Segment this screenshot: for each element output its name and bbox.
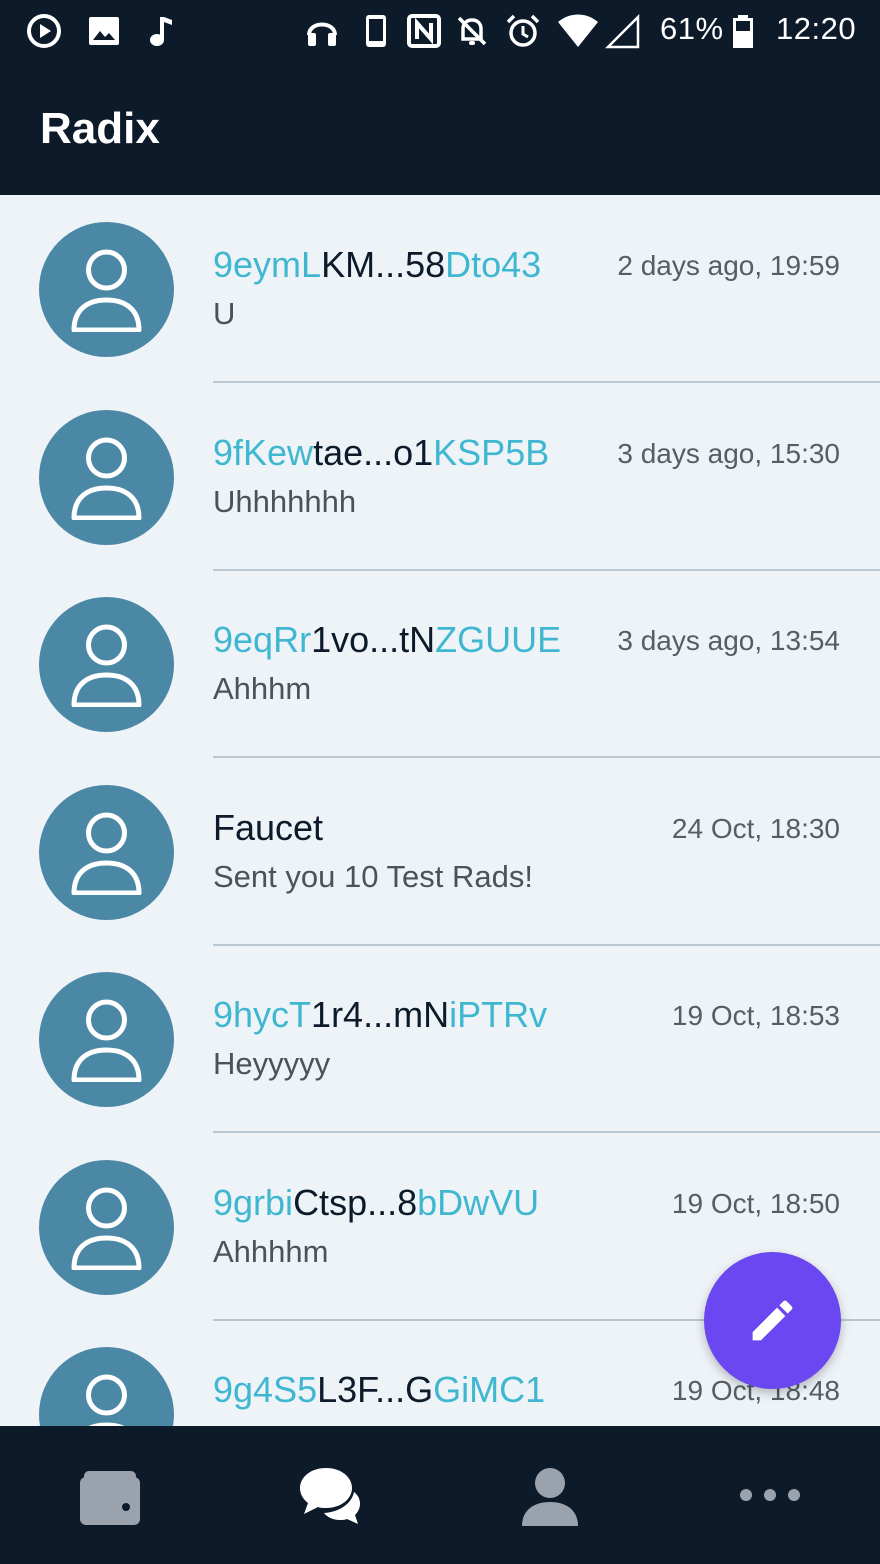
status-bar: 61% 12:20 xyxy=(0,0,880,62)
app-bar: Radix xyxy=(0,62,880,195)
wifi-icon xyxy=(558,14,598,47)
message-timestamp: 3 days ago, 13:54 xyxy=(617,625,840,656)
contact-name-part: L3F...G xyxy=(317,1369,434,1410)
image-icon xyxy=(89,17,119,45)
conversation-row[interactable]: 9eqRr1vo...tNZGUUE 3 days ago, 13:54 Ahhhm xyxy=(0,573,880,760)
contact-name-part: tae...o1 xyxy=(313,431,434,473)
person-outline-icon xyxy=(71,437,142,520)
music-note-icon xyxy=(150,17,172,46)
avatar xyxy=(39,409,174,545)
divider xyxy=(213,381,880,383)
nav-more[interactable] xyxy=(660,1426,880,1564)
contact-name: 9eqRr1vo...tNZGUUE xyxy=(213,619,561,661)
contact-name-part: ZGUUE xyxy=(435,619,562,660)
more-icon xyxy=(740,1489,800,1501)
person-outline-icon xyxy=(86,1374,127,1426)
message-preview: U xyxy=(213,296,236,331)
message-timestamp: 19 Oct, 18:50 xyxy=(671,1187,840,1219)
contact-name-part: Ctsp...8 xyxy=(293,1181,418,1223)
contact-name-part: GiMC1 xyxy=(433,1369,546,1410)
nav-wallet[interactable] xyxy=(0,1426,220,1564)
headphones-icon xyxy=(307,22,337,46)
notifications-off-icon xyxy=(457,16,487,46)
contact-name: 9fKewtae...o1KSP5B xyxy=(213,432,549,474)
nav-messages[interactable] xyxy=(220,1426,440,1564)
contact-name-part: Faucet xyxy=(213,806,324,848)
contact-name: 9g4S5L3F...GGiMC1 xyxy=(213,1369,545,1411)
contact-name-part: 9grbi xyxy=(213,1181,294,1223)
avatar xyxy=(39,222,174,357)
chat-icon xyxy=(300,1468,360,1524)
contact-name: Faucet xyxy=(213,807,323,849)
message-preview: Ahhhm xyxy=(213,671,312,706)
compose-button[interactable] xyxy=(704,1252,841,1389)
conversation-row[interactable]: Faucet 24 Oct, 18:30 Sent you 10 Test Rads… xyxy=(0,761,880,948)
contact-name-part: 9g4S5 xyxy=(213,1369,318,1410)
app-title: Radix xyxy=(40,104,160,153)
contact-name-part: KM...58 xyxy=(321,244,446,285)
battery-percent: 61% xyxy=(660,11,724,46)
person-outline-icon xyxy=(71,249,142,332)
person-outline-icon xyxy=(71,1187,142,1270)
conversation-row[interactable]: 9hycT1r4...mNiPTRv 19 Oct, 18:53 Heyyyyy xyxy=(0,948,880,1135)
message-timestamp: 3 days ago, 15:30 xyxy=(617,437,840,469)
person-icon xyxy=(522,1468,578,1526)
pencil-icon xyxy=(752,1300,793,1341)
divider xyxy=(213,943,880,946)
avatar xyxy=(39,1347,174,1426)
signal-icon xyxy=(604,13,640,49)
avatar xyxy=(39,597,174,732)
nav-profile[interactable] xyxy=(440,1426,660,1564)
nfc-icon xyxy=(407,14,441,48)
alarm-icon xyxy=(506,14,540,47)
message-preview: Ahhhhm xyxy=(213,1233,329,1269)
contact-name-part: bDwVU xyxy=(417,1181,540,1223)
contact-name-part: 1r4...mN xyxy=(311,994,450,1035)
avatar xyxy=(39,1159,174,1295)
avatar xyxy=(39,784,174,920)
conversation-row[interactable]: 9eymLKM...58Dto43 2 days ago, 19:59 U xyxy=(0,198,880,385)
clock: 12:20 xyxy=(776,11,857,46)
person-outline-icon xyxy=(71,999,142,1082)
play-icon xyxy=(27,14,61,48)
contact-name: 9grbiCtsp...8bDwVU xyxy=(213,1182,539,1224)
contact-name-part: 9eqRr xyxy=(213,619,312,660)
wallet-icon xyxy=(80,1471,140,1525)
conversation-row[interactable]: 9fKewtae...o1KSP5B 3 days ago, 15:30 Uhhhh… xyxy=(0,386,880,573)
avatar xyxy=(39,972,174,1107)
divider xyxy=(213,568,880,571)
contact-name: 9hycT1r4...mNiPTRv xyxy=(213,994,547,1036)
message-preview: Uhhhhhhh xyxy=(213,483,357,519)
contact-name-part: 9hycT xyxy=(213,994,312,1035)
message-timestamp: 19 Oct, 18:53 xyxy=(671,1000,840,1031)
message-preview: Sent you 10 Test Rads! xyxy=(213,858,533,894)
conversation-list[interactable]: 9eymLKM...58Dto43 2 days ago, 19:59 U 9fKew… xyxy=(0,198,880,1426)
contact-name-part: 9fKew xyxy=(213,431,314,473)
divider xyxy=(213,1131,880,1133)
contact-name-part: Dto43 xyxy=(445,244,542,285)
contact-name-part: iPTRv xyxy=(449,994,548,1035)
message-timestamp: 24 Oct, 18:30 xyxy=(671,812,840,844)
message-timestamp: 2 days ago, 19:59 xyxy=(617,250,840,281)
battery-icon xyxy=(733,15,753,48)
bottom-navigation xyxy=(0,1426,880,1564)
person-outline-icon xyxy=(71,812,142,895)
contact-name: 9eymLKM...58Dto43 xyxy=(213,244,541,286)
divider xyxy=(213,756,880,758)
person-outline-icon xyxy=(71,624,142,707)
contact-name-part: 1vo...tN xyxy=(311,619,436,660)
contact-name-part: 9eymL xyxy=(213,244,322,285)
contact-name-part: KSP5B xyxy=(433,431,550,473)
message-preview: Heyyyyy xyxy=(213,1046,331,1081)
phone-icon xyxy=(366,15,386,47)
